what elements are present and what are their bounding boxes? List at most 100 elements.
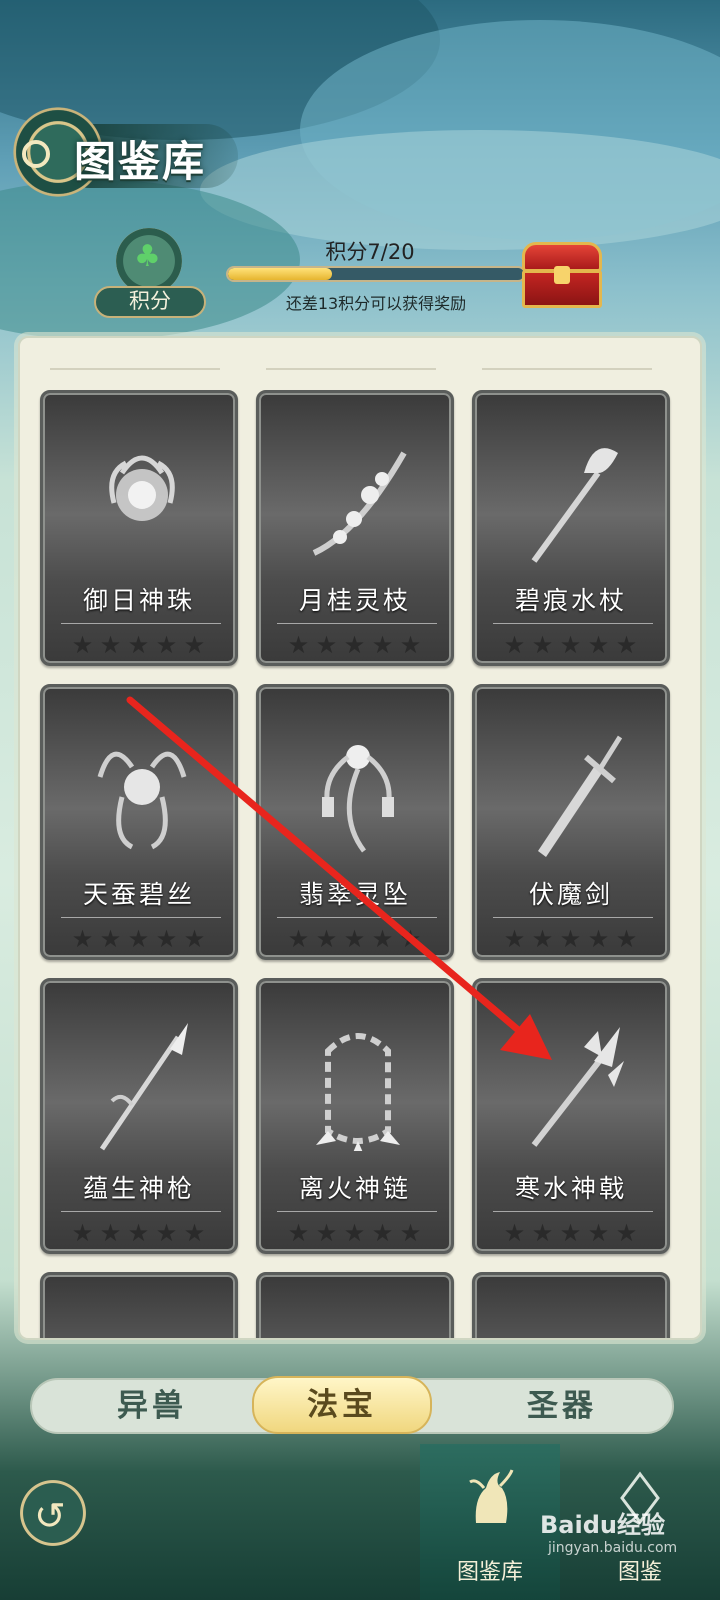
collection-panel: 御日神珠 ★ ★ ★ ★ ★ 月桂灵枝 ★ ★ ★ ★ ★ 碧痕水杖 ★ ★ ★ ★ ★ 天蚕碧丝 ★ ★ ★ ★ ★ 翡翠灵坠… (18, 336, 702, 1340)
star-icon: ★ (503, 1219, 527, 1247)
card-divider (493, 623, 653, 624)
card-divider (61, 623, 221, 624)
panel-divider (50, 368, 220, 370)
star-rating: ★ ★ ★ ★ ★ (43, 925, 235, 953)
star-icon: ★ (99, 1219, 123, 1247)
star-icon: ★ (503, 631, 527, 659)
star-icon: ★ (503, 925, 527, 953)
item-name: 翡翠灵坠 (298, 880, 411, 909)
back-icon: ↺ (34, 1494, 66, 1538)
star-icon: ★ (71, 1219, 95, 1247)
card-divider (61, 917, 221, 918)
item-card[interactable]: 月桂灵枝 ★ ★ ★ ★ ★ (256, 390, 454, 666)
item-card[interactable]: 寒水神戟 ★ ★ ★ ★ ★ (472, 978, 670, 1254)
halberd-icon (531, 1027, 624, 1147)
star-icon: ★ (287, 631, 311, 659)
tab-category[interactable]: 法宝 (252, 1376, 432, 1434)
star-icon: ★ (559, 1219, 583, 1247)
branch-icon (312, 451, 407, 556)
star-rating: ★ ★ ★ ★ ★ (475, 1219, 667, 1247)
page-title: 图鉴库 (74, 137, 207, 186)
item-name: 伏魔剑 (528, 880, 613, 909)
item-card[interactable]: 离火神链 ★ ★ ★ ★ ★ (256, 978, 454, 1254)
clover-icon: ♣ (134, 239, 161, 274)
star-icon: ★ (315, 925, 339, 953)
star-icon: ★ (399, 925, 423, 953)
treasure-chest-icon[interactable] (516, 240, 608, 312)
star-icon: ★ (559, 925, 583, 953)
score-badge[interactable]: ♣ 积分 (94, 228, 206, 324)
card-divider (277, 623, 437, 624)
item-card[interactable]: 伏魔剑 ★ ★ ★ ★ ★ (472, 684, 670, 960)
star-icon: ★ (371, 1219, 395, 1247)
star-rating: ★ ★ ★ ★ ★ (475, 631, 667, 659)
star-rating: ★ ★ ★ ★ ★ (43, 1219, 235, 1247)
star-icon: ★ (531, 631, 555, 659)
tab-category[interactable]: 圣器 (472, 1380, 652, 1432)
sword-icon (538, 735, 623, 857)
item-name: 碧痕水杖 (514, 586, 627, 615)
star-icon: ★ (371, 925, 395, 953)
card-divider (277, 917, 437, 918)
item-name: 蕴生神枪 (82, 1174, 195, 1203)
star-icon: ★ (287, 1219, 311, 1247)
star-icon: ★ (587, 1219, 611, 1247)
item-card-partial[interactable] (256, 1272, 454, 1338)
item-card[interactable]: 御日神珠 ★ ★ ★ ★ ★ (40, 390, 238, 666)
star-icon: ★ (127, 925, 151, 953)
watermark-url: jingyan.baidu.com (548, 1540, 678, 1556)
item-card-partial[interactable] (472, 1272, 670, 1338)
nav-tab-collection[interactable]: 图鉴库 (420, 1444, 560, 1600)
card-divider (493, 1211, 653, 1212)
item-name: 月桂灵枝 (298, 586, 411, 615)
orb-icon (109, 455, 175, 521)
chain-icon (316, 1033, 400, 1151)
star-icon: ★ (315, 631, 339, 659)
star-icon: ★ (183, 925, 207, 953)
score-progress-bar (226, 266, 526, 282)
pendant-icon (322, 745, 394, 853)
star-icon: ★ (531, 925, 555, 953)
star-icon: ★ (155, 631, 179, 659)
score-progress-text: 积分7/20 (325, 240, 415, 264)
item-card[interactable]: 天蚕碧丝 ★ ★ ★ ★ ★ (40, 684, 238, 960)
star-icon: ★ (615, 1219, 639, 1247)
star-rating: ★ ★ ★ ★ ★ (259, 1219, 451, 1247)
item-name: 离火神链 (298, 1174, 411, 1203)
star-icon: ★ (127, 1219, 151, 1247)
star-icon: ★ (315, 1219, 339, 1247)
star-icon: ★ (99, 631, 123, 659)
item-card[interactable]: 蕴生神枪 ★ ★ ★ ★ ★ (40, 978, 238, 1254)
watermark: Baidu经验 (540, 1511, 665, 1539)
score-progress-fill (228, 268, 332, 280)
star-icon: ★ (531, 1219, 555, 1247)
page-title-banner: 图鉴库 (12, 100, 252, 204)
spear-icon (99, 1023, 188, 1151)
star-icon: ★ (127, 631, 151, 659)
nav-label: 图鉴 (617, 1560, 662, 1585)
item-card[interactable]: 碧痕水杖 ★ ★ ★ ★ ★ (472, 390, 670, 666)
star-icon: ★ (155, 1219, 179, 1247)
star-icon: ★ (343, 925, 367, 953)
silk-icon (97, 751, 187, 850)
bottom-nav: ↺ 图鉴库 图鉴 Baidu经验 jingyan.baidu.com (0, 1444, 720, 1600)
panel-divider (482, 368, 652, 370)
item-name: 御日神珠 (82, 586, 195, 615)
star-icon: ★ (615, 631, 639, 659)
tab-category[interactable]: 异兽 (62, 1380, 242, 1432)
panel-divider (266, 368, 436, 370)
reward-hint: 还差13积分可以获得奖励 (285, 294, 467, 313)
star-icon: ★ (399, 631, 423, 659)
nav-label: 图鉴库 (456, 1560, 523, 1585)
star-icon: ★ (371, 631, 395, 659)
character-icon (469, 1469, 514, 1523)
star-icon: ★ (183, 1219, 207, 1247)
star-icon: ★ (615, 925, 639, 953)
star-rating: ★ ★ ★ ★ ★ (259, 631, 451, 659)
star-icon: ★ (155, 925, 179, 953)
item-card[interactable]: 翡翠灵坠 ★ ★ ★ ★ ★ (256, 684, 454, 960)
star-rating: ★ ★ ★ ★ ★ (259, 925, 451, 953)
item-card-partial[interactable] (40, 1272, 238, 1338)
star-icon: ★ (587, 631, 611, 659)
star-icon: ★ (183, 631, 207, 659)
